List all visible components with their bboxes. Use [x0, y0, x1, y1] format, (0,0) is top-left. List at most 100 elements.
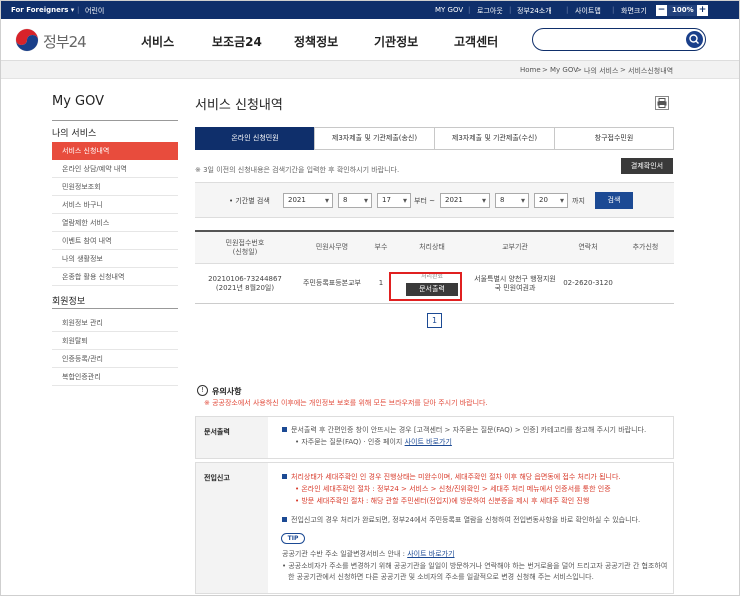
from-year-select[interactable]: 2021	[283, 193, 333, 208]
col-extra: 추가신청	[617, 232, 674, 264]
sidebar-item-cert[interactable]: 인증등록/관리	[52, 350, 178, 368]
caution-title: 유의사항	[212, 387, 242, 396]
search-submit-button[interactable]: 검색	[595, 192, 633, 209]
sidebar-title: My GOV	[52, 94, 105, 109]
nav-customer[interactable]: 고객센터	[454, 33, 498, 50]
filter-label: • 기간별 검색	[229, 197, 270, 205]
zoom-in-button[interactable]: +	[697, 5, 708, 16]
move-guide-line1: 처리상태가 세대주확인 인 경우 진행상태는 미완수이며, 세대주확인 절차 이…	[291, 473, 621, 481]
tip-badge: TIP	[281, 533, 305, 544]
gov-logo-icon[interactable]	[15, 28, 39, 52]
sidebar-item-civil-info[interactable]: 민원정보조회	[52, 178, 178, 196]
to-month-select[interactable]: 8	[495, 193, 529, 208]
divider	[52, 308, 178, 309]
agency-line1: 서울특별시 양천구 행정지원	[474, 274, 556, 283]
move-guide-line4: 전입신고의 경우 처리가 완료되면, 정부24에서 주민등록표 열람을 신청하여…	[291, 516, 641, 524]
col-agency: 교부기관	[471, 232, 559, 264]
sidebar-item-consult-history[interactable]: 온라인 상담/예약 내역	[52, 160, 178, 178]
my-gov-link[interactable]: MY GOV	[435, 6, 463, 14]
breadcrumb-sep: >	[542, 66, 548, 74]
move-guide-line2: • 온라인 세대주확인 절차 : 정부24 > 서비스 > 신청/진위확인 > …	[295, 485, 611, 493]
search-button[interactable]	[686, 31, 703, 48]
tab-online[interactable]: 온라인 신청민원	[195, 127, 315, 150]
breadcrumb: Home > My GOV > 나의 서비스 > 서비스신청내역	[1, 61, 739, 79]
tab-list: 온라인 신청민원 제3자제출 및 기관제출(송신) 제3자제출 및 기관제출(수…	[195, 127, 674, 150]
tab-third-send[interactable]: 제3자제출 및 기관제출(송신)	[314, 127, 435, 150]
tip-line2: • 공공소비자가 주소를 변경하기 위해 공공기관을 일일이 방문하거나 연락해…	[282, 562, 668, 570]
tab-window[interactable]: 창구접수민원	[554, 127, 674, 150]
logo-text[interactable]: 정부24	[43, 31, 87, 52]
breadcrumb-mygov[interactable]: My GOV	[550, 66, 578, 74]
nav-agency[interactable]: 기관정보	[374, 33, 418, 50]
sidebar-section-member: 회원정보	[52, 297, 86, 307]
tab-third-receive[interactable]: 제3자제출 및 기관제출(수신)	[434, 127, 555, 150]
about-link[interactable]: 정부24소개	[517, 6, 552, 16]
sidebar-item-member-manage[interactable]: 회원정보 관리	[52, 314, 178, 332]
sidebar-item-basket[interactable]: 서비스 바구니	[52, 196, 178, 214]
tip-line3: 한 공공기관에서 신청하면 다른 공공기관 및 소비자의 주소를 일괄적으로 변…	[288, 573, 594, 581]
print-guide-heading: 문서출력	[196, 417, 268, 458]
page-title: 서비스 신청내역	[195, 98, 283, 113]
utility-bar: For Foreigners ▾ | 어린이 MY GOV | 로그아웃 | 정…	[1, 1, 739, 19]
to-year-select[interactable]: 2021	[440, 193, 490, 208]
bullet-icon	[282, 427, 287, 432]
breadcrumb-sep: >	[576, 66, 582, 74]
col-receipt: 민원접수번호 (신청일)	[195, 232, 295, 264]
zoom-value: 100%	[672, 6, 694, 14]
agency-line2: 국 민원여권과	[494, 283, 536, 292]
sitemap-link[interactable]: 사이트맵	[575, 6, 601, 16]
site-header: 정부24 서비스 보조금24 정책정보 기관정보 고객센터	[1, 19, 739, 61]
caution-text: ※ 공공장소에서 사용하신 이후에는 개인정보 보호를 위해 모든 브라우저를 …	[204, 399, 488, 407]
payment-confirm-button[interactable]: 결제확인서	[621, 158, 673, 174]
sidebar-item-withdraw[interactable]: 회원탈퇴	[52, 332, 178, 350]
logout-link[interactable]: 로그아웃	[477, 6, 503, 16]
divider: |	[612, 6, 615, 14]
divider	[52, 120, 178, 121]
cell-receipt: 20210106-73244867 (2021년 8월20일)	[195, 264, 295, 304]
cell-extra	[617, 264, 674, 304]
move-guide-box: 전입신고 처리상태가 세대주확인 인 경우 진행상태는 미완수이며, 세대주확인…	[195, 462, 674, 594]
sidebar-item-usage[interactable]: 온종합 활용 신청내역	[52, 268, 178, 286]
breadcrumb-sep: >	[620, 66, 626, 74]
breadcrumb-current: 서비스신청내역	[628, 67, 674, 75]
search-icon	[689, 34, 699, 44]
sidebar-item-multi-cert[interactable]: 복합인증관리	[52, 368, 178, 386]
address-service-link[interactable]: 사이트 바로가기	[407, 550, 454, 558]
sidebar-item-restricted[interactable]: 열람제한 서비스	[52, 214, 178, 232]
divider: |	[509, 6, 512, 14]
col-count: 부수	[369, 232, 393, 264]
search-input[interactable]	[532, 28, 706, 51]
col-status: 처리상태	[393, 232, 471, 264]
from-suffix: 부터 ~	[414, 197, 435, 205]
cell-agency: 서울특별시 양천구 행정지원 국 민원여권과	[471, 264, 559, 304]
receipt-number[interactable]: 20210106-73244867	[208, 275, 282, 284]
divider: |	[566, 6, 569, 14]
print-icon[interactable]	[655, 96, 669, 110]
nav-policy[interactable]: 정책정보	[294, 33, 338, 50]
tip-line1: 공공기관 수반 주소 일괄변경서비스 안내 : 사이트 바로가기	[282, 550, 455, 558]
divider: |	[468, 6, 471, 14]
cell-phone: 02-2620-3120	[559, 264, 617, 304]
faq-link[interactable]: 사이트 바로가기	[405, 438, 452, 446]
pagination-page-1[interactable]: 1	[427, 313, 442, 328]
to-suffix: 까지	[572, 197, 585, 205]
print-guide-line1: 문서출력 후 간편인증 창이 안뜨시는 경우 [고객센터 > 자주묻는 질문(F…	[291, 426, 647, 434]
sidebar-item-event[interactable]: 이벤트 참여 내역	[52, 232, 178, 250]
to-day-select[interactable]: 20	[534, 193, 568, 208]
nav-subsidy[interactable]: 보조금24	[212, 33, 262, 50]
from-month-select[interactable]: 8	[338, 193, 372, 208]
for-foreigners-link[interactable]: For Foreigners ▾	[11, 6, 74, 14]
zoom-out-button[interactable]: −	[656, 5, 667, 16]
cell-name: 주민등록표등본교부	[295, 264, 369, 304]
sidebar-item-life-info[interactable]: 나의 생활정보	[52, 250, 178, 268]
kids-link[interactable]: 어린이	[85, 6, 104, 16]
sidebar-item-service-history[interactable]: 서비스 신청내역	[52, 142, 178, 160]
breadcrumb-home[interactable]: Home	[520, 66, 541, 74]
breadcrumb-my-service[interactable]: 나의 서비스	[584, 66, 618, 76]
from-day-select[interactable]: 17	[377, 193, 411, 208]
col-name: 민원사무명	[295, 232, 369, 264]
history-table: 민원접수번호 (신청일) 민원사무명 부수 처리상태 교부기관 연락처 추가신청…	[195, 230, 674, 304]
bullet-icon	[282, 474, 287, 479]
bullet-icon	[282, 517, 287, 522]
nav-service[interactable]: 서비스	[141, 33, 174, 50]
